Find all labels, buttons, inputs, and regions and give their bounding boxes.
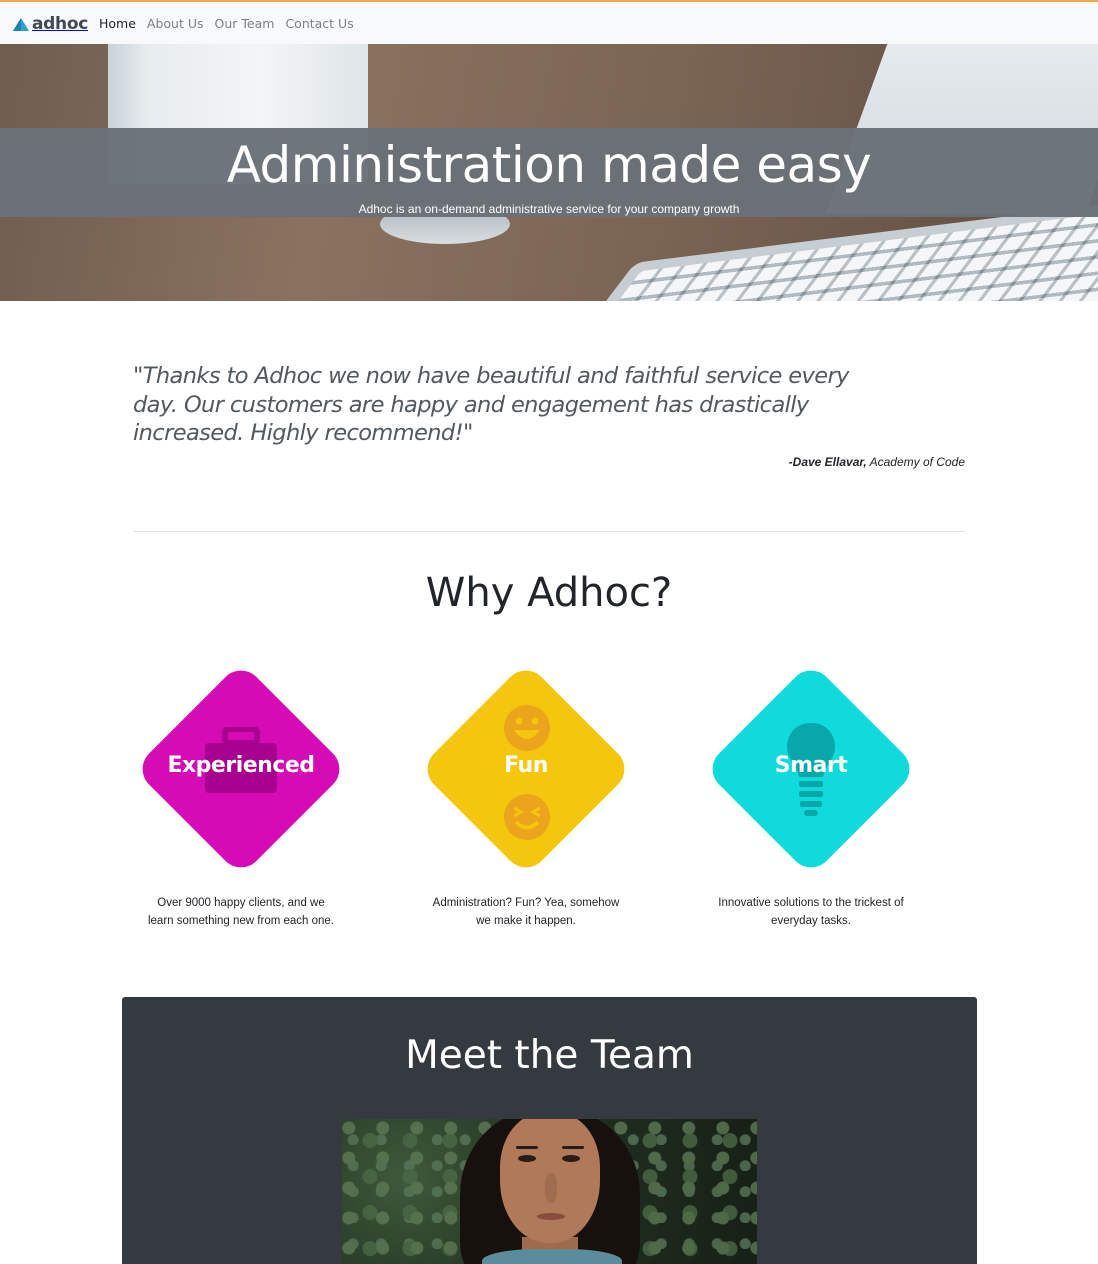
feature-description-experienced: Over 9000 happy clients, and we learn so…: [147, 897, 335, 927]
brand-triangle-icon: [13, 18, 29, 31]
feature-label-smart: Smart: [774, 753, 848, 778]
feature-label-fun: Fun: [504, 753, 548, 778]
hero-subtitle: Adhoc is an on-demand administrative ser…: [358, 202, 740, 216]
laughing-smiley-icon: [504, 705, 550, 751]
feature-label-experienced: Experienced: [167, 753, 315, 778]
hero-title: Administration made easy: [226, 136, 872, 194]
brand-logo[interactable]: adhoc: [11, 12, 88, 36]
section-divider: [133, 531, 965, 532]
feature-experienced: Experienced: [133, 661, 349, 877]
why-adhoc-heading: Why Adhoc?: [425, 570, 673, 616]
feature-description-fun: Administration? Fun? Yea, somehow we mak…: [432, 897, 620, 927]
nav-home[interactable]: Home: [99, 16, 136, 31]
feature-fun: Fun: [418, 661, 634, 877]
testimonial-quote: "Thanks to Adhoc we now have beautiful a…: [133, 363, 849, 446]
brand-name: adhoc: [32, 14, 88, 34]
navbar: adhoc Home About Us Our Team Contact Us: [0, 2, 1098, 44]
testimonial-company: Academy of Code: [869, 455, 965, 469]
winking-smiley-icon: [504, 794, 550, 840]
team-heading: Meet the Team: [405, 1033, 694, 1078]
testimonial-citation: -Dave Ellavar, Academy of Code: [789, 455, 965, 469]
nav-our-team[interactable]: Our Team: [215, 16, 275, 31]
team-section: Meet the Team: [122, 997, 977, 1264]
nav-about-us[interactable]: About Us: [147, 16, 204, 31]
team-member-photo[interactable]: [342, 1119, 757, 1264]
feature-description-smart: Innovative solutions to the trickest of …: [718, 897, 904, 927]
testimonial-author: -Dave Ellavar,: [788, 455, 867, 469]
nav-contact-us[interactable]: Contact Us: [285, 16, 353, 31]
feature-smart: Smart: [703, 661, 919, 877]
hero-banner: Administration made easy Adhoc is an on-…: [0, 44, 1098, 301]
nav-links: Home About Us Our Team Contact Us: [99, 16, 365, 31]
